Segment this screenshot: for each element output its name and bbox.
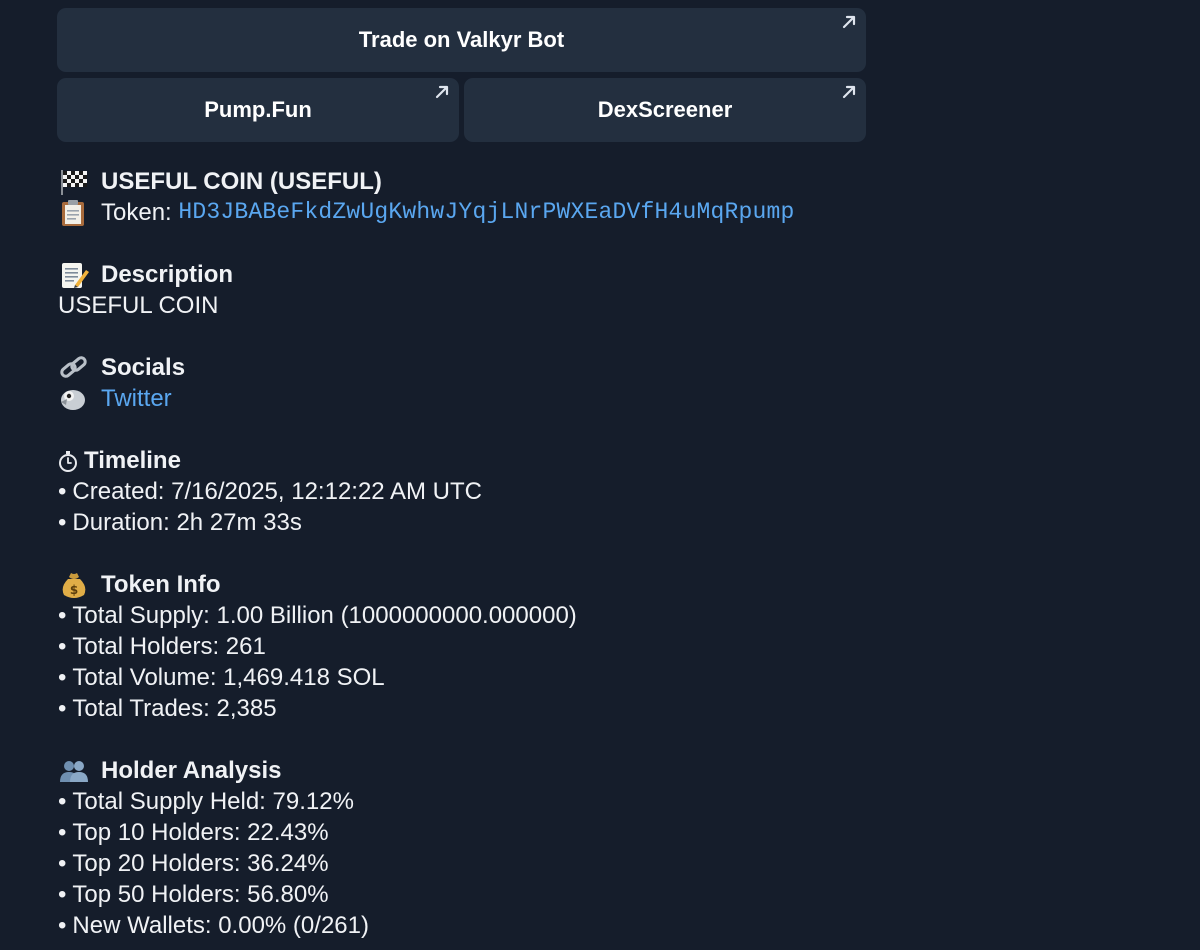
holder-analysis-item: • Total Supply Held: 79.12%: [58, 786, 1178, 817]
token-info-item: • Total Holders: 261: [58, 631, 1178, 662]
token-label: Token:: [101, 199, 179, 226]
bullet: •: [58, 602, 67, 629]
twitter-line: Twitter: [58, 383, 1178, 414]
token-title-line: USEFUL COIN (USEFUL): [58, 166, 1178, 197]
holder-analysis-item: • New Wallets: 0.00% (0/261): [58, 910, 1178, 941]
money-bag-icon: $: [62, 572, 86, 598]
total-supply-held-text: Total Supply Held: 79.12%: [72, 788, 354, 815]
top-10-holders-text: Top 10 Holders: 22.43%: [72, 819, 329, 846]
timeline-duration: • Duration: 2h 27m 33s: [58, 507, 1178, 538]
token-info-item: • Total Supply: 1.00 Billion (1000000000…: [58, 600, 1178, 631]
created-text: Created: 7/16/2025, 12:12:22 AM UTC: [72, 478, 482, 505]
new-wallets-text: New Wallets: 0.00% (0/261): [72, 912, 369, 939]
dexscreener-button-label: DexScreener: [597, 97, 733, 122]
bullet: •: [58, 881, 67, 908]
description-heading: Description: [101, 261, 234, 288]
memo-icon: [62, 262, 89, 288]
clipboard-icon: [62, 199, 84, 226]
people-icon: [60, 760, 88, 782]
bullet: •: [58, 819, 67, 846]
token-title: USEFUL COIN (USEFUL): [101, 168, 382, 195]
top-20-holders-text: Top 20 Holders: 36.24%: [72, 850, 329, 877]
bullet: •: [58, 478, 67, 505]
description-text: USEFUL COIN: [58, 292, 219, 319]
dexscreener-button[interactable]: DexScreener: [464, 78, 866, 142]
total-trades-text: Total Trades: 2,385: [72, 695, 277, 722]
top-50-holders-text: Top 50 Holders: 56.80%: [72, 881, 329, 908]
timeline-created: • Created: 7/16/2025, 12:12:22 AM UTC: [58, 476, 1178, 507]
svg-text:$: $: [70, 583, 78, 597]
pump-fun-button[interactable]: Pump.Fun: [57, 78, 459, 142]
stopwatch-icon: [59, 450, 77, 472]
external-arrow-icon: [435, 85, 449, 99]
duration-text: Duration: 2h 27m 33s: [72, 509, 302, 536]
token-info-heading: Token Info: [101, 571, 221, 598]
total-supply-text: Total Supply: 1.00 Billion (1000000000.0…: [72, 602, 577, 629]
holder-analysis-item: • Top 20 Holders: 36.24%: [58, 848, 1178, 879]
total-volume-text: Total Volume: 1,469.418 SOL: [72, 664, 385, 691]
token-info-heading-line: $ Token Info: [58, 569, 1178, 600]
bullet: •: [58, 664, 67, 691]
token-address-line: Token: HD3JBABeFkdZwUgKwhwJYqjLNrPWXEaDV…: [58, 197, 1178, 228]
holder-analysis-heading-line: Holder Analysis: [58, 755, 1178, 786]
checkered-flag-icon: [61, 169, 87, 195]
holder-analysis-heading: Holder Analysis: [101, 757, 282, 784]
bullet: •: [58, 788, 67, 815]
bullet: •: [58, 695, 67, 722]
trade-on-valkyr-bot-button[interactable]: Trade on Valkyr Bot: [57, 8, 866, 72]
link-icon: [60, 355, 87, 378]
bullet: •: [58, 633, 67, 660]
bird-icon: [61, 389, 85, 410]
token-info-item: • Total Volume: 1,469.418 SOL: [58, 662, 1178, 693]
token-info-item: • Total Trades: 2,385: [58, 693, 1178, 724]
bullet: •: [58, 850, 67, 877]
external-arrow-icon: [842, 85, 856, 99]
timeline-heading: Timeline: [84, 447, 181, 474]
pump-fun-button-label: Pump.Fun: [204, 97, 312, 122]
socials-heading-line: Socials: [58, 352, 1178, 383]
holder-analysis-item: • Top 50 Holders: 56.80%: [58, 879, 1178, 910]
total-holders-text: Total Holders: 261: [72, 633, 266, 660]
trade-button-label: Trade on Valkyr Bot: [358, 27, 565, 52]
token-message: USEFUL COIN (USEFUL) Token: HD3JBABeFkdZ…: [58, 166, 1178, 941]
socials-heading: Socials: [101, 354, 186, 381]
twitter-link[interactable]: Twitter: [101, 383, 172, 414]
external-arrow-icon: [842, 15, 856, 29]
timeline-heading-line: Timeline: [58, 445, 1178, 476]
description-heading-line: Description: [58, 259, 1178, 290]
holder-analysis-item: • Top 10 Holders: 22.43%: [58, 817, 1178, 848]
bullet: •: [58, 912, 67, 939]
bullet: •: [58, 509, 67, 536]
token-address-link[interactable]: HD3JBABeFkdZwUgKwhwJYqjLNrPWXEaDVfH4uMqR…: [178, 197, 794, 228]
